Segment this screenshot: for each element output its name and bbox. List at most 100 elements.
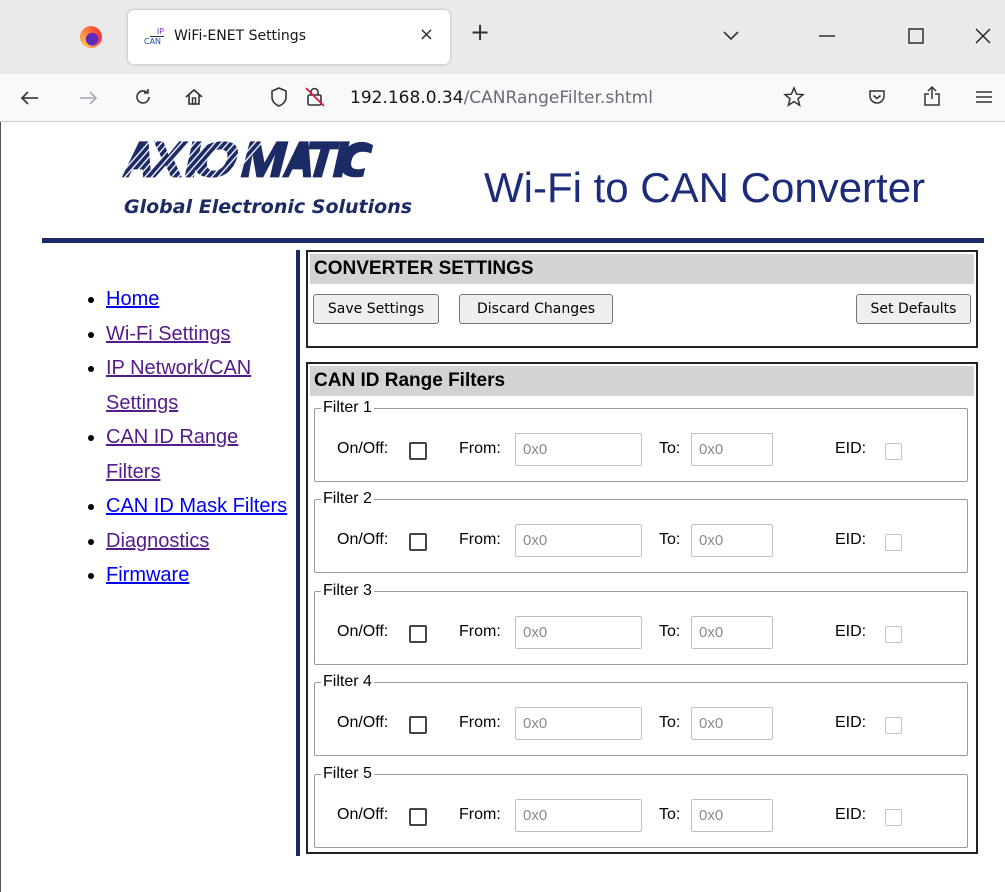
from-label: From: [459,714,501,731]
pocket-icon[interactable] [867,88,887,106]
eid-checkbox[interactable] [885,534,902,551]
bookmark-star-icon[interactable] [783,86,805,108]
filter-enable-checkbox[interactable] [409,808,427,826]
browser-tab[interactable]: IP CAN WiFi-ENET Settings × [128,10,450,64]
sidebar-menu: Home Wi-Fi Settings IP Network/CAN Setti… [88,282,288,593]
eid-label: EID: [835,531,867,548]
browser-tab-bar: IP CAN WiFi-ENET Settings × + [0,0,1005,74]
to-label: To: [659,714,681,731]
from-id-input[interactable]: 0x0 [515,433,642,466]
url-host: 192.168.0.34 [350,88,464,108]
filter-3-fieldset: Filter 3 On/Off: From: 0x0 To: 0x0 EID: [314,582,968,665]
home-icon[interactable] [184,87,204,107]
link-home[interactable]: Home [106,288,159,310]
onoff-label: On/Off: [337,440,389,457]
from-id-input[interactable]: 0x0 [515,616,642,649]
list-all-tabs-icon[interactable] [722,30,740,42]
filter-4-fieldset: Filter 4 On/Off: From: 0x0 To: 0x0 EID: [314,673,968,756]
eid-checkbox[interactable] [885,717,902,734]
set-defaults-button[interactable]: Set Defaults [856,294,971,324]
eid-label: EID: [835,714,867,731]
eid-checkbox[interactable] [885,809,902,826]
close-window-icon[interactable] [975,28,991,44]
to-id-input[interactable]: 0x0 [691,524,773,557]
to-label: To: [659,531,681,548]
link-can-id-mask-filters[interactable]: CAN ID Mask Filters [106,495,287,517]
favicon-can-text: CAN [144,37,162,46]
filter-legend: Filter 3 [321,582,374,600]
filter-5-fieldset: Filter 5 On/Off: From: 0x0 To: 0x0 EID: [314,765,968,848]
from-id-input[interactable]: 0x0 [515,707,642,740]
logo-tagline: Global Electronic Solutions [124,196,413,218]
to-id-input[interactable]: 0x0 [691,707,773,740]
firefox-view-icon[interactable] [80,26,102,48]
onoff-label: On/Off: [337,623,389,640]
eid-checkbox[interactable] [885,626,902,643]
tab-close-icon[interactable]: × [419,24,434,45]
onoff-label: On/Off: [337,714,389,731]
to-id-input[interactable]: 0x0 [691,433,773,466]
filter-2-fieldset: Filter 2 On/Off: From: 0x0 To: 0x0 EID: [314,490,968,573]
from-label: From: [459,806,501,823]
axiomatic-logo [109,140,374,188]
new-tab-icon[interactable]: + [470,18,490,46]
filter-enable-checkbox[interactable] [409,533,427,551]
app-menu-icon[interactable] [975,90,993,104]
minimize-icon[interactable] [818,34,836,38]
to-id-input[interactable]: 0x0 [691,616,773,649]
filter-legend: Filter 5 [321,765,374,783]
from-id-input[interactable]: 0x0 [515,799,642,832]
forward-icon[interactable] [78,90,98,106]
sidebar-item-ip-network-can-settings: IP Network/CAN Settings [88,351,288,420]
insecure-connection-icon[interactable] [304,86,326,108]
sidebar-item-can-id-range-filters: CAN ID Range Filters [88,420,288,489]
eid-label: EID: [835,440,867,457]
content-divider [296,250,300,856]
from-label: From: [459,531,501,548]
from-label: From: [459,440,501,457]
link-wifi-settings[interactable]: Wi-Fi Settings [106,323,230,345]
back-icon[interactable] [20,90,40,106]
filter-legend: Filter 1 [321,399,374,417]
link-ip-network-can-settings[interactable]: IP Network/CAN Settings [106,357,251,414]
sidebar-item-diagnostics: Diagnostics [88,524,288,559]
filter-legend: Filter 2 [321,490,374,508]
eid-checkbox[interactable] [885,443,902,460]
range-filters-heading: CAN ID Range Filters [310,366,974,396]
onoff-label: On/Off: [337,806,389,823]
favicon-ip-text: IP [150,27,164,37]
page-title: Wi-Fi to CAN Converter [484,164,926,211]
header-divider [42,238,984,243]
site-favicon-icon: IP CAN [144,27,166,47]
eid-label: EID: [835,806,867,823]
link-can-id-range-filters[interactable]: CAN ID Range Filters [106,426,238,483]
onoff-label: On/Off: [337,531,389,548]
to-id-input[interactable]: 0x0 [691,799,773,832]
filter-enable-checkbox[interactable] [409,625,427,643]
to-label: To: [659,623,681,640]
save-settings-button[interactable]: Save Settings [313,294,439,324]
tab-title: WiFi-ENET Settings [174,28,306,44]
maximize-icon[interactable] [908,28,924,44]
navigation-toolbar: 192.168.0.34/CANRangeFilter.shtml [0,74,1005,122]
tracking-protection-icon[interactable] [270,86,288,108]
url-bar[interactable]: 192.168.0.34/CANRangeFilter.shtml [350,88,653,108]
link-firmware[interactable]: Firmware [106,564,189,586]
sidebar-item-firmware: Firmware [88,558,288,593]
filter-1-fieldset: Filter 1 On/Off: From: 0x0 To: 0x0 EID: [314,399,968,482]
sidebar-item-can-id-mask-filters: CAN ID Mask Filters [88,489,288,524]
from-id-input[interactable]: 0x0 [515,524,642,557]
link-diagnostics[interactable]: Diagnostics [106,530,209,552]
filter-enable-checkbox[interactable] [409,716,427,734]
to-label: To: [659,440,681,457]
filter-enable-checkbox[interactable] [409,442,427,460]
to-label: To: [659,806,681,823]
from-label: From: [459,623,501,640]
sidebar-item-home: Home [88,282,288,317]
sidebar-item-wifi-settings: Wi-Fi Settings [88,317,288,352]
window-left-edge [0,122,8,892]
converter-settings-panel: CONVERTER SETTINGS Save Settings Discard… [306,250,978,348]
discard-changes-button[interactable]: Discard Changes [459,294,613,324]
reload-icon[interactable] [133,87,153,107]
share-icon[interactable] [922,85,942,107]
